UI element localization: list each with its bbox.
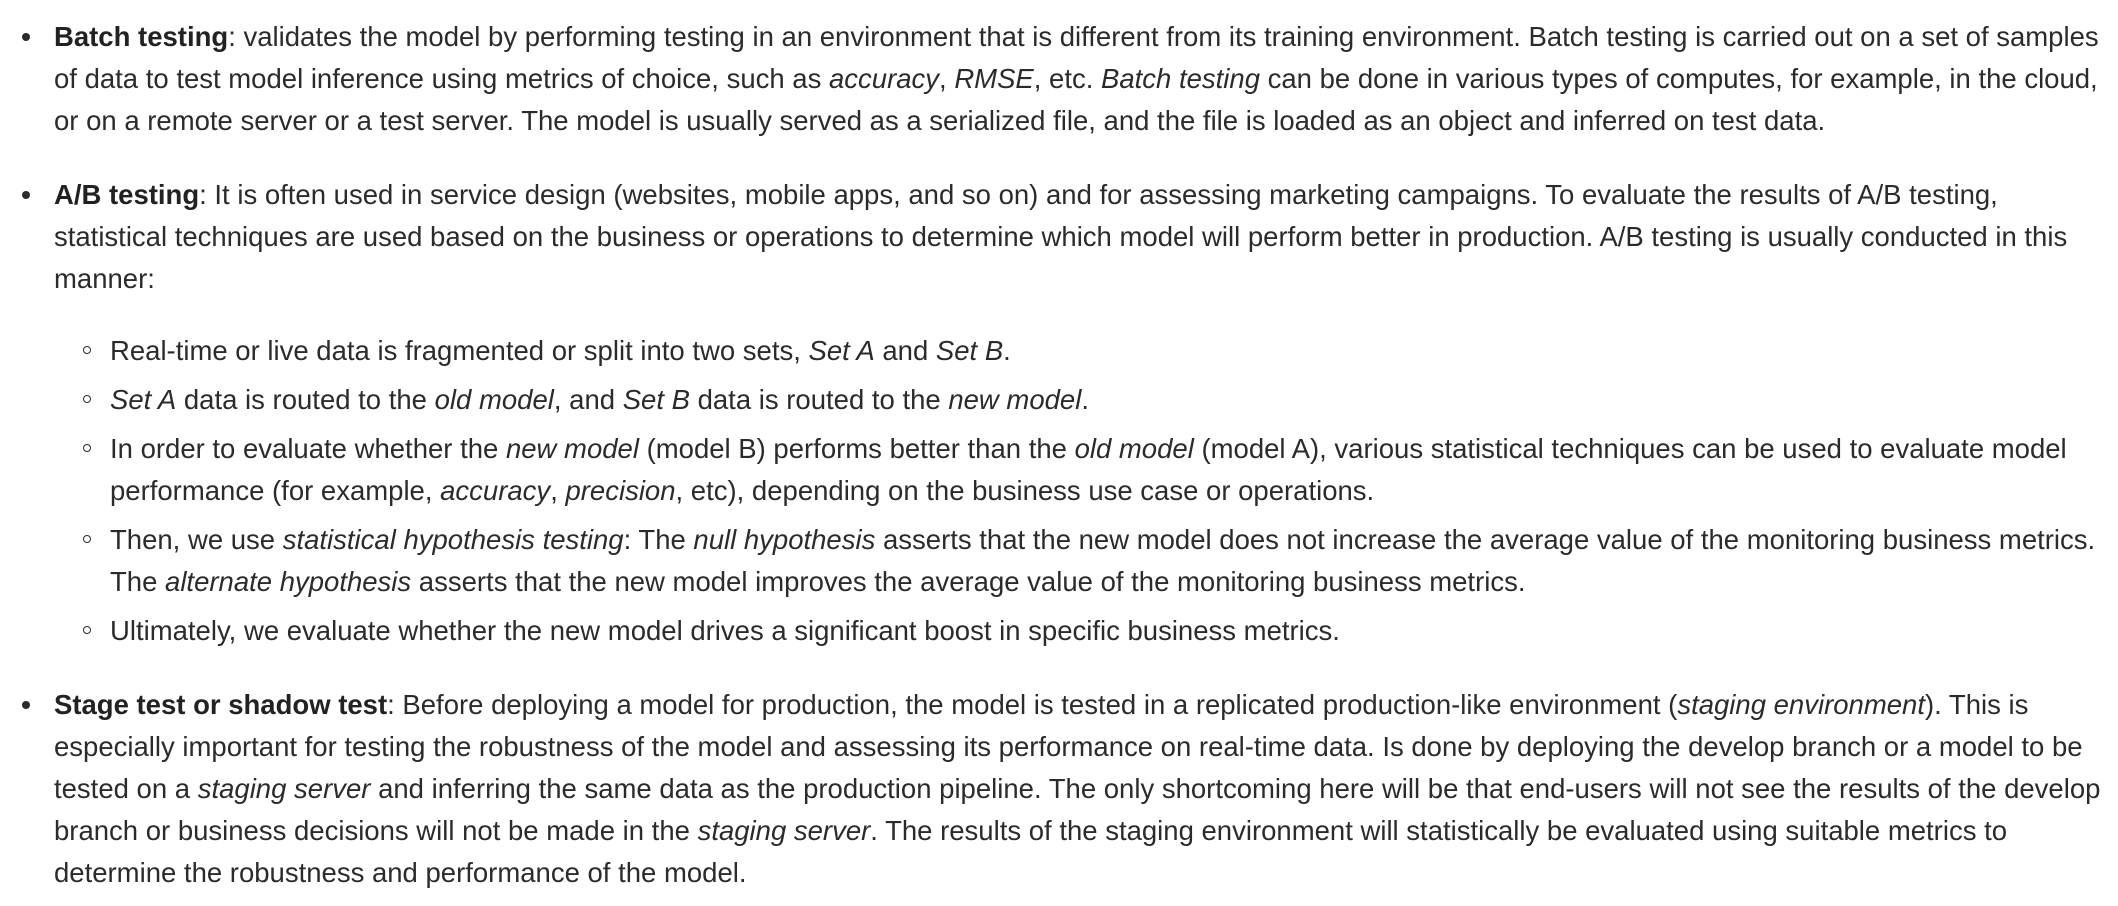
- document-page: Batch testing: validates the model by pe…: [0, 0, 2118, 894]
- emphasis-text: Set B: [622, 384, 690, 415]
- sub-list-item: Then, we use statistical hypothesis test…: [83, 519, 2104, 603]
- list-item-ab-testing: A/B testing: It is often used in service…: [22, 174, 2104, 652]
- text-run: , etc.: [1033, 63, 1102, 94]
- emphasis-text: old model: [1074, 433, 1194, 464]
- emphasis-text: statistical hypothesis testing: [282, 524, 624, 555]
- list-item-stage-test: Stage test or shadow test: Before deploy…: [22, 684, 2104, 894]
- text-run: (model B) performs better than the: [638, 433, 1075, 464]
- text-run: In order to evaluate whether the: [110, 433, 506, 464]
- sub-list-item: In order to evaluate whether the new mod…: [83, 428, 2104, 512]
- term-ab-testing: A/B testing: [54, 179, 200, 210]
- text-run: data is routed to the: [689, 384, 949, 415]
- emphasis-text: precision: [565, 475, 676, 506]
- emphasis-text: Set B: [935, 335, 1004, 366]
- description: : It is often used in service design (we…: [54, 179, 2067, 294]
- testing-methods-list: Batch testing: validates the model by pe…: [0, 16, 2104, 894]
- term-stage-test: Stage test or shadow test: [54, 689, 388, 720]
- emphasis-text: staging environment: [1677, 689, 1925, 720]
- list-item-batch-testing: Batch testing: validates the model by pe…: [22, 16, 2104, 142]
- emphasis-text: Set A: [808, 335, 875, 366]
- description: : validates the model by performing test…: [54, 21, 2099, 136]
- sub-list-item: Ultimately, we evaluate whether the new …: [83, 610, 2104, 652]
- text-run: ,: [939, 63, 955, 94]
- text-run: : It is often used in service design (we…: [54, 179, 2068, 294]
- step-text: In order to evaluate whether the new mod…: [110, 433, 2067, 506]
- text-run: .: [1003, 335, 1011, 366]
- emphasis-text: accuracy: [828, 63, 940, 94]
- emphasis-text: new model: [948, 384, 1082, 415]
- text-run: Ultimately, we evaluate whether the new …: [110, 615, 1340, 646]
- ab-testing-steps-list: Real-time or live data is fragmented or …: [54, 330, 2104, 652]
- step-text: Then, we use statistical hypothesis test…: [110, 524, 2095, 597]
- emphasis-text: staging server: [697, 815, 871, 846]
- emphasis-text: alternate hypothesis: [165, 566, 412, 597]
- step-text: Set A data is routed to the old model, a…: [110, 384, 1089, 415]
- text-run: ,: [550, 475, 566, 506]
- sub-list-item: Set A data is routed to the old model, a…: [83, 379, 2104, 421]
- step-text: Real-time or live data is fragmented or …: [110, 335, 1011, 366]
- text-run: , etc), depending on the business use ca…: [675, 475, 1375, 506]
- text-run: , and: [553, 384, 623, 415]
- text-run: Real-time or live data is fragmented or …: [110, 335, 809, 366]
- emphasis-text: accuracy: [440, 475, 551, 506]
- text-run: Then, we use: [110, 524, 283, 555]
- sub-list-item: Real-time or live data is fragmented or …: [83, 330, 2104, 372]
- emphasis-text: new model: [505, 433, 639, 464]
- text-run: : The: [623, 524, 694, 555]
- text-run: asserts that the new model improves the …: [411, 566, 1526, 597]
- emphasis-text: staging server: [197, 773, 371, 804]
- emphasis-text: old model: [434, 384, 554, 415]
- emphasis-text: RMSE: [954, 63, 1034, 94]
- text-run: : Before deploying a model for productio…: [387, 689, 1678, 720]
- text-run: and: [874, 335, 936, 366]
- emphasis-text: Set A: [110, 384, 177, 415]
- text-run: data is routed to the: [176, 384, 435, 415]
- emphasis-text: Batch testing: [1101, 63, 1260, 94]
- term-batch-testing: Batch testing: [54, 21, 229, 52]
- text-run: .: [1081, 384, 1089, 415]
- step-text: Ultimately, we evaluate whether the new …: [110, 615, 1340, 646]
- emphasis-text: null hypothesis: [693, 524, 876, 555]
